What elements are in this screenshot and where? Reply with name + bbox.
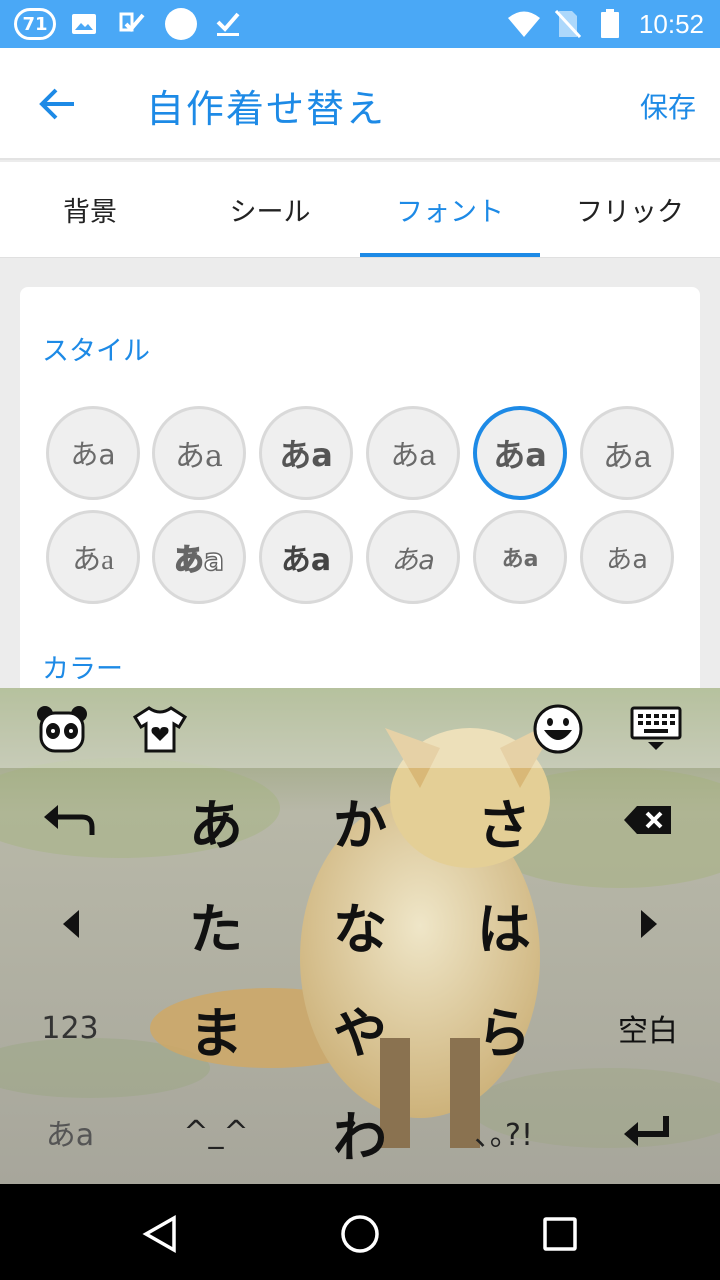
color-section-label: カラー xyxy=(42,654,123,685)
task-icon xyxy=(118,10,146,38)
smile-emoji-icon[interactable] xyxy=(530,702,586,756)
font-style-option[interactable]: あa xyxy=(46,406,140,500)
kaomoji-key[interactable]: ^_^ xyxy=(146,1082,286,1182)
back-arrow-icon xyxy=(39,88,74,120)
key-ya[interactable]: や xyxy=(290,978,430,1078)
space-key[interactable]: 空白 xyxy=(578,978,718,1078)
photo-icon xyxy=(70,10,98,38)
tab-font[interactable]: フォント xyxy=(360,162,540,257)
font-style-option[interactable]: あa xyxy=(259,510,353,604)
navigation-bar xyxy=(0,1184,720,1280)
font-style-option[interactable]: あa xyxy=(366,406,460,500)
font-style-option[interactable]: あa xyxy=(473,510,567,604)
font-style-option[interactable]: あa xyxy=(366,510,460,604)
key-ha[interactable]: は xyxy=(434,874,574,974)
tab-sticker[interactable]: シール xyxy=(180,162,360,257)
font-style-option[interactable]: あa xyxy=(580,510,674,604)
undo-key[interactable] xyxy=(0,770,140,870)
back-button[interactable] xyxy=(30,76,86,132)
key-a[interactable]: あ xyxy=(146,770,286,870)
nav-recents-icon[interactable] xyxy=(532,1208,588,1260)
input-mode-key[interactable]: あa xyxy=(0,1082,140,1182)
font-settings-card: スタイル あa あa あa あa あa あa あa あa あa あa あa あa… xyxy=(20,287,700,707)
font-style-option[interactable]: あa xyxy=(46,510,140,604)
font-style-option[interactable]: あa xyxy=(152,510,246,604)
notification-count-badge: 71 xyxy=(14,8,56,40)
font-style-option[interactable]: あa xyxy=(580,406,674,500)
key-ta[interactable]: た xyxy=(146,874,286,974)
backspace-key[interactable] xyxy=(578,770,718,870)
battery-icon xyxy=(596,9,624,38)
wifi-icon xyxy=(506,10,542,38)
cursor-left-icon xyxy=(63,910,79,938)
keyboard-toolbar xyxy=(0,688,720,768)
style-section-label: スタイル xyxy=(42,336,150,367)
font-style-option[interactable]: あa xyxy=(152,406,246,500)
circle-icon xyxy=(164,7,198,41)
tab-background[interactable]: 背景 xyxy=(0,162,180,257)
panda-icon[interactable] xyxy=(34,702,90,756)
tab-bar: 背景 シール フォント フリック xyxy=(0,162,720,258)
backspace-icon xyxy=(624,806,671,834)
notification-count: 71 xyxy=(22,13,48,35)
no-sim-icon xyxy=(554,10,582,38)
keyboard-preview: あ か さ た な は 123 ま や ら 空白 あa ^_^ わ ､｡?! xyxy=(0,688,720,1184)
cursor-right-icon xyxy=(641,910,657,938)
key-ka[interactable]: か xyxy=(290,770,430,870)
font-style-option[interactable]: あa xyxy=(259,406,353,500)
key-wa[interactable]: わ xyxy=(290,1082,430,1182)
app-header: 自作着せ替え 保存 xyxy=(0,48,720,160)
enter-icon xyxy=(624,1116,669,1146)
status-bar: 71 10:52 xyxy=(0,0,720,48)
cursor-right-key[interactable] xyxy=(580,874,720,974)
numbers-key[interactable]: 123 xyxy=(0,978,140,1078)
cursor-left-key[interactable] xyxy=(0,874,140,974)
save-button[interactable]: 保存 xyxy=(640,86,696,126)
enter-key[interactable] xyxy=(578,1082,718,1182)
download-done-icon xyxy=(214,10,242,38)
key-ra[interactable]: ら xyxy=(434,978,574,1078)
tab-flick[interactable]: フリック xyxy=(540,162,720,257)
page-title: 自作着せ替え xyxy=(146,87,387,131)
nav-home-icon[interactable] xyxy=(332,1208,388,1260)
font-style-option-selected[interactable]: あa xyxy=(473,406,567,500)
clock: 10:52 xyxy=(638,9,704,39)
tshirt-heart-icon[interactable] xyxy=(132,702,188,756)
key-ma[interactable]: ま xyxy=(146,978,286,1078)
undo-arrow-icon xyxy=(44,805,95,835)
keyboard-hide-icon[interactable] xyxy=(628,702,684,756)
nav-back-icon[interactable] xyxy=(132,1208,188,1260)
key-sa[interactable]: さ xyxy=(434,770,574,870)
punctuation-key[interactable]: ､｡?! xyxy=(434,1082,574,1182)
key-na[interactable]: な xyxy=(290,874,430,974)
